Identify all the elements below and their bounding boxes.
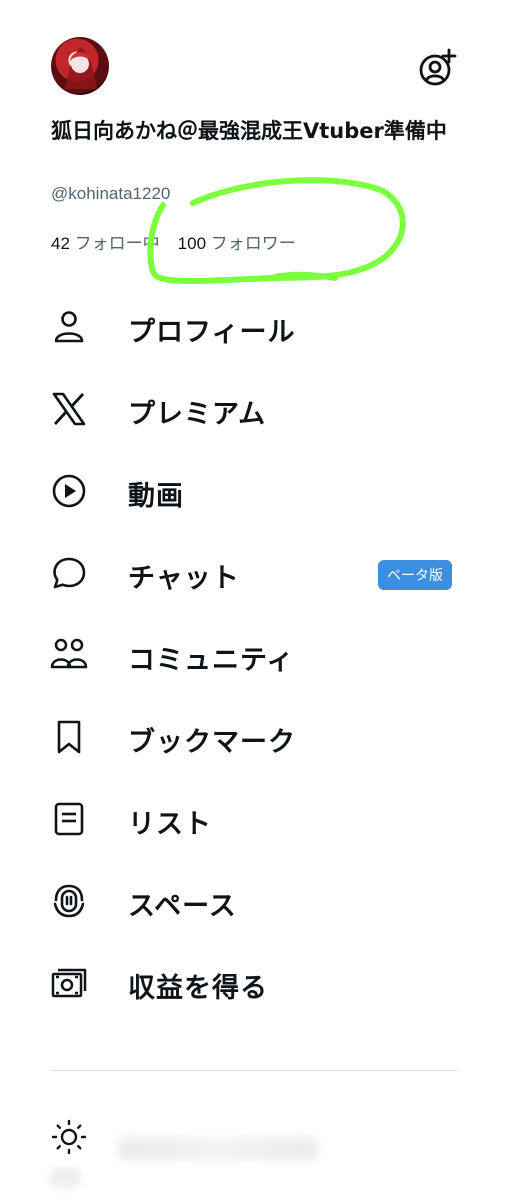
menu-item-label: プロフィール: [128, 317, 296, 348]
money-icon: [50, 964, 88, 1002]
following-label: フォロー中: [74, 234, 160, 253]
menu-item-chat[interactable]: チャット ベータ版: [0, 532, 510, 614]
blurred-menu-text: [118, 1138, 318, 1160]
avatar[interactable]: [51, 37, 109, 95]
person-icon: [50, 308, 88, 346]
menu-item-monetization[interactable]: 収益を得る: [0, 942, 510, 1024]
menu-item-premium[interactable]: プレミアム: [0, 368, 510, 450]
menu-item-communities[interactable]: コミュニティ: [0, 614, 510, 696]
menu-item-label: チャット: [128, 563, 240, 594]
menu-item-video[interactable]: 動画: [0, 450, 510, 532]
menu-item-spaces[interactable]: スペース: [0, 860, 510, 942]
menu-item-label: コミュニティ: [128, 645, 295, 676]
x-logo-icon: [50, 390, 88, 428]
followers-link[interactable]: 100 フォロワー: [178, 234, 296, 253]
display-name: 狐日向あかね＠最強混成王Vtuber準備中: [51, 119, 447, 143]
following-count: 42: [51, 234, 70, 253]
list-icon: [50, 800, 88, 838]
menu-item-lists[interactable]: リスト: [0, 778, 510, 860]
following-link[interactable]: 42 フォロー中: [51, 234, 160, 253]
beta-badge: ベータ版: [378, 560, 452, 590]
spaces-mic-icon: [50, 882, 88, 920]
followers-count: 100: [177, 234, 207, 253]
user-handle: @kohinata1220: [51, 184, 171, 203]
add-account-icon[interactable]: [417, 48, 457, 88]
chat-bubble-icon: [50, 554, 88, 592]
menu-item-label: リスト: [128, 809, 212, 840]
menu-item-label: プレミアム: [128, 399, 267, 430]
play-circle-icon: [50, 472, 88, 510]
follow-stats: 42 フォロー中 100 フォロワー: [51, 229, 314, 254]
menu-item-bookmarks[interactable]: ブックマーク: [0, 696, 510, 778]
menu-item-profile[interactable]: プロフィール: [0, 286, 510, 368]
menu-item-label: 収益を得る: [128, 973, 268, 1004]
brightness-icon[interactable]: [50, 1118, 88, 1156]
bookmark-icon: [50, 718, 88, 756]
menu-item-label: スペース: [128, 891, 237, 922]
followers-label: フォロワー: [210, 234, 296, 253]
divider: [50, 1070, 458, 1071]
menu-item-label: 動画: [128, 481, 184, 512]
communities-icon: [50, 636, 88, 674]
blurred-icon: [50, 1168, 80, 1188]
menu-item-label: ブックマーク: [128, 727, 296, 758]
